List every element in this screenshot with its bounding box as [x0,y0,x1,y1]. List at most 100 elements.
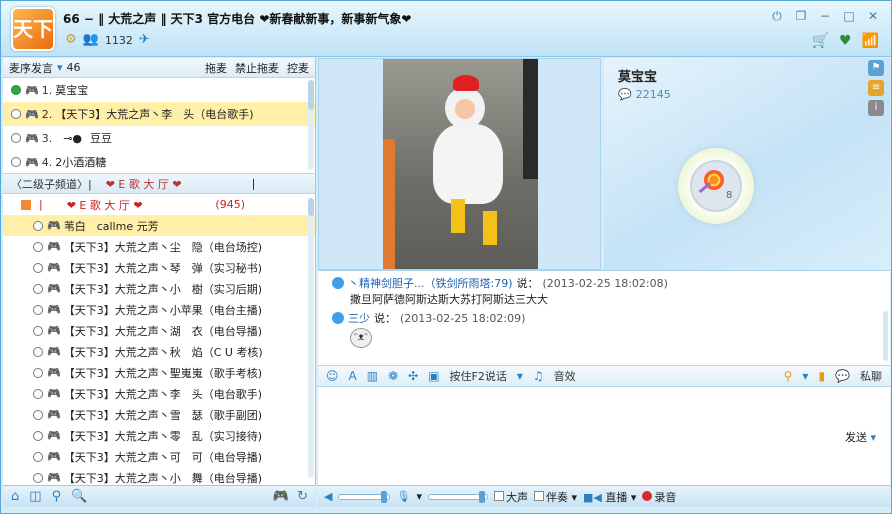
status-dot [33,472,43,483]
ptt-dropdown-icon[interactable]: ▾ [517,369,523,383]
mic-icon: 🎮 [25,131,39,145]
status-dot [33,262,43,273]
member-row[interactable]: 🎮 【天下3】大荒之声丶李 头（电台歌手) [3,383,315,404]
queue-scrollbar[interactable] [308,80,314,170]
status-dot [33,388,43,399]
member-row[interactable]: 🎮 【天下3】大荒之声丶秋 焰（C U 考核) [3,341,315,362]
chat-history: 丶精神剑胆子...（铁剑所雨塔:79) 说： (2013-02-25 18:02… [318,270,890,365]
coin-icon[interactable]: ▮ [818,369,825,383]
emoji-icon[interactable]: ☺ [326,369,339,383]
member-row[interactable]: 🎮 【天下3】大荒之声丶小 舞（电台导播) [3,467,315,484]
queue-item[interactable]: 🎮 1. 莫宝宝 [3,78,315,102]
member-name: 苇白 callme 元芳 [63,219,159,233]
skin-icon[interactable]: ❐ [793,9,809,24]
layout-icon[interactable]: ◫ [29,489,41,504]
hall-label[interactable]: ❤ E 歌 大 厅 ❤ [106,176,182,192]
music-note-icon[interactable]: ♫ [533,369,544,383]
sound-effect-label[interactable]: 音效 [554,368,576,384]
queue-name: 【天下3】大荒之声丶李 头（电台歌手) [55,108,254,121]
member-row[interactable]: 🎮 【天下3】大荒之声丶尘 隐（电台场控) [3,236,315,257]
user-icon [332,277,344,289]
title-bar: 天下 66 − ‖ 大荒之声 ‖ 天下3 官方电台 ❤新春献新事，新事新气象❤ … [1,1,891,57]
users-icon: 👥 [82,32,99,47]
status-dot [33,430,43,441]
info-icon[interactable]: i [868,100,884,116]
said-label: 说： [374,312,396,325]
note-icon[interactable]: ≡ [868,80,884,96]
wifi-icon[interactable]: 📶 [862,33,879,49]
search-user-icon[interactable]: ⚲ [784,369,793,383]
member-row[interactable]: 🎮 苇白 callme 元芳 [3,215,315,236]
queue-dropdown-icon[interactable]: ▾ [57,61,63,74]
status-dot [33,367,43,378]
font-icon[interactable]: A [349,369,357,383]
sub-channel-label[interactable]: 〈二级子频道〉| [11,176,92,192]
pin-icon[interactable]: ✣ [408,369,418,383]
mic-dropdown-icon[interactable]: ▾ [416,490,422,503]
hall-row[interactable]: | ❤ E 歌 大 厅 ❤ (945) [3,194,315,215]
minimize-button[interactable]: − [817,9,833,24]
cart-icon[interactable]: 🛒 [812,33,829,49]
settings-icon[interactable]: ⚙ [65,33,77,47]
speaker-volume-slider[interactable] [338,490,391,503]
chat-scrollbar[interactable] [883,311,888,361]
queue-item[interactable]: 🎮 3. ⊸● 豆豆 [3,126,315,150]
flag-icon[interactable]: ⚑ [868,60,884,76]
push-to-talk-label[interactable]: 按住F2说话 [450,368,507,384]
close-button[interactable]: ✕ [865,9,881,24]
chat-sender[interactable]: 丶精神剑胆子...（铁剑所雨塔:79) [348,275,512,291]
private-chat-icon[interactable]: 💬 [835,369,850,383]
speaker-icon[interactable]: ◀ [324,490,332,503]
private-chat-label[interactable]: 私聊 [860,368,882,384]
queue-item[interactable]: 🎮 4. 2小酒酒糖 [3,150,315,174]
control-mic-button[interactable]: 控麦 [287,60,309,76]
member-name: 【天下3】大荒之声丶湖 衣（电台导播) [63,324,262,338]
refresh-icon[interactable]: ↻ [297,489,308,504]
gift-icon[interactable]: ❁ [388,369,398,383]
drag-mic-button[interactable]: 拖麦 [205,60,227,76]
member-row[interactable]: 🎮 【天下3】大荒之声丶小 樹（实习后期) [3,278,315,299]
member-row[interactable]: 🎮 【天下3】大荒之声丶湖 衣（电台导播) [3,320,315,341]
forbid-drag-button[interactable]: 禁止拖麦 [235,60,279,76]
record-button[interactable]: 录音 [642,489,676,505]
chart-icon[interactable]: ▥ [367,369,378,383]
image-icon[interactable]: ▣ [428,369,439,383]
queue-item[interactable]: 🎮 2. 【天下3】大荒之声丶李 头（电台歌手) [3,102,315,126]
room-logo[interactable]: 天下 [11,7,55,51]
accompany-checkbox[interactable]: 伴奏 ▾ [533,489,577,505]
home-icon[interactable]: ⌂ [11,489,19,504]
left-panel: 麦序发言 ▾ 46 拖麦 禁止拖麦 控麦 🎮 1. 莫宝宝 🎮 2. 【天下3】… [3,58,316,486]
member-row[interactable]: 🎮 【天下3】大荒之声丶可 可（电台导播) [3,446,315,467]
collapse-icon[interactable] [21,199,31,210]
plane-icon[interactable]: ✈ [139,33,150,47]
search-icon[interactable]: 🔍 [71,489,87,504]
loud-checkbox[interactable]: 大声 [493,489,528,505]
chat-sender[interactable]: 三少 [348,310,370,326]
member-row[interactable]: 🎮 【天下3】大荒之声丶雪 瑟（歌手副团) [3,404,315,425]
member-row[interactable]: 🎮 【天下3】大荒之声丶零 乱（实习接待) [3,425,315,446]
microphone-icon[interactable]: 🎙 [396,490,410,503]
member-scrollbar[interactable] [308,198,314,478]
send-button[interactable]: 发送 ▾ [845,429,876,445]
chat-toolbar: ☺ A ▥ ❁ ✣ ▣ 按住F2说话 ▾ ♫ 音效 ⚲ ▾ ▮ 💬 私聊 [318,365,890,387]
queue-title[interactable]: 麦序发言 [9,60,53,76]
mic-volume-slider[interactable] [427,490,488,503]
member-row[interactable]: 🎮 【天下3】大荒之声丶聖嵬嵬（歌手考核) [3,362,315,383]
heart-icon[interactable]: ♥ [839,33,852,49]
profile-side-icons: ⚑ ≡ i [868,60,884,116]
power-icon[interactable]: ⏻ [769,9,785,24]
member-row[interactable]: 🎮 【天下3】大荒之声丶琴 弹（实习秘书) [3,257,315,278]
maximize-button[interactable]: □ [841,9,857,24]
user-icon [332,312,344,324]
member-row[interactable]: 🎮 【天下3】大荒之声丶小苹果（电台主播) [3,299,315,320]
mic-settings-icon[interactable]: 🎮 [273,489,289,504]
search-dropdown-icon[interactable]: ▾ [802,369,808,383]
location-icon[interactable]: ⚲ [52,489,62,504]
video-area[interactable] [318,58,601,270]
status-dot [11,157,21,167]
send-dropdown-icon[interactable]: ▾ [870,431,876,444]
record-label: 录音 [654,490,677,504]
message-input[interactable]: 发送 ▾ [318,387,890,486]
live-button[interactable]: ■◀ 直播 ▾ [583,489,636,505]
gift-button[interactable]: 8 [678,148,754,224]
